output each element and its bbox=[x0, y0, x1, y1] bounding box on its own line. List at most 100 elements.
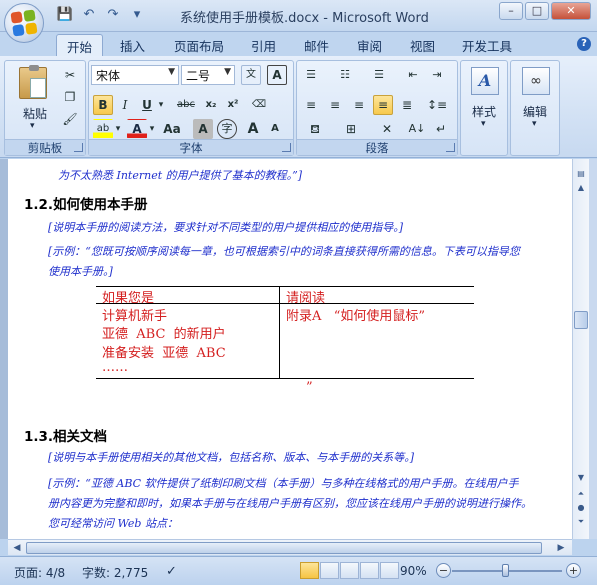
tab-view[interactable]: 视图 bbox=[410, 36, 435, 55]
tab-review[interactable]: 审阅 bbox=[357, 36, 382, 55]
vertical-scrollbar[interactable]: ▤ ▲ ▼ ⏶ ● ⏷ bbox=[572, 159, 589, 539]
styles-dropdown-icon[interactable]: ▾ bbox=[481, 119, 486, 129]
tab-developer[interactable]: 开发工具 bbox=[462, 36, 512, 55]
paste-button[interactable]: 粘贴 bbox=[23, 105, 47, 122]
select-browse-object-icon[interactable]: ● bbox=[574, 503, 588, 515]
tab-page-layout[interactable]: 页面布局 bbox=[174, 36, 224, 55]
page-count[interactable]: 页面: 4/8 bbox=[14, 564, 65, 581]
next-page-icon[interactable]: ⏷ bbox=[574, 517, 588, 529]
outline-view-icon[interactable] bbox=[360, 562, 379, 579]
line-spacing-icon[interactable]: ↕≡ bbox=[423, 95, 451, 115]
web-layout-view-icon[interactable] bbox=[340, 562, 359, 579]
highlight-button[interactable]: ab bbox=[93, 119, 113, 139]
tab-home[interactable]: 开始 bbox=[56, 34, 104, 57]
undo-icon[interactable]: ↶ bbox=[80, 6, 98, 24]
grow-font-button[interactable]: A bbox=[243, 119, 263, 139]
char-border-button[interactable]: A bbox=[267, 65, 287, 85]
vertical-scroll-thumb[interactable] bbox=[574, 311, 588, 329]
borders-icon[interactable]: ⊞ bbox=[337, 119, 365, 139]
how-to-example-line1: [示例：“您既可按顺序阅读每一章，也可根据索引中的词条直接获得所需的信息。下表可… bbox=[48, 245, 520, 258]
align-center-icon[interactable]: ≡ bbox=[325, 95, 345, 115]
clipboard-launcher-icon[interactable] bbox=[74, 143, 83, 152]
multilevel-list-icon[interactable]: ☰ bbox=[369, 65, 389, 85]
zoom-out-icon[interactable]: − bbox=[436, 563, 451, 578]
horizontal-scroll-thumb[interactable] bbox=[26, 542, 542, 554]
zoom-level[interactable]: 90% bbox=[400, 564, 427, 578]
font-color-button[interactable]: A bbox=[127, 119, 147, 139]
underline-button[interactable]: U bbox=[137, 95, 157, 115]
scroll-left-icon[interactable]: ◀ bbox=[10, 541, 24, 555]
highlight-dropdown-icon[interactable]: ▾ bbox=[113, 119, 123, 139]
bullets-icon[interactable]: ☰ bbox=[301, 65, 321, 85]
draft-view-icon[interactable] bbox=[380, 562, 399, 579]
word-count[interactable]: 字数: 2,775 bbox=[82, 564, 148, 581]
align-right-icon[interactable]: ≡ bbox=[349, 95, 369, 115]
tab-references[interactable]: 引用 bbox=[251, 36, 276, 55]
shading-icon[interactable]: ⛾ bbox=[301, 119, 329, 139]
scroll-right-icon[interactable]: ▶ bbox=[554, 541, 568, 555]
office-button[interactable] bbox=[4, 3, 44, 43]
italic-button[interactable]: I bbox=[115, 95, 135, 115]
increase-indent-icon[interactable]: ⇥ bbox=[427, 65, 447, 85]
enclose-char-icon[interactable]: 字 bbox=[217, 119, 237, 139]
font-color-dropdown-icon[interactable]: ▾ bbox=[147, 119, 157, 139]
paste-dropdown-icon[interactable]: ▾ bbox=[30, 121, 35, 131]
styles-button[interactable]: 样式 bbox=[472, 103, 496, 120]
print-layout-view-icon[interactable] bbox=[300, 562, 319, 579]
document-page[interactable]: 为不太熟悉 Internet 的用户提供了基本的教程。”] 1.2.如何使用本手… bbox=[8, 159, 572, 539]
previous-page-icon[interactable]: ⏶ bbox=[574, 489, 588, 501]
paste-icon[interactable] bbox=[19, 65, 47, 99]
wen-phonetic-button[interactable]: 文 bbox=[241, 65, 261, 85]
sort-icon[interactable]: A↓ bbox=[407, 119, 427, 139]
subscript-button[interactable]: x₂ bbox=[201, 95, 221, 115]
help-icon[interactable]: ? bbox=[577, 37, 591, 51]
format-painter-icon[interactable]: 🖌 bbox=[60, 109, 80, 129]
zoom-in-icon[interactable]: + bbox=[566, 563, 581, 578]
superscript-button[interactable]: x² bbox=[223, 95, 243, 115]
editing-button[interactable]: 编辑 bbox=[523, 103, 547, 120]
ruler-toggle-icon[interactable]: ▤ bbox=[574, 169, 588, 181]
underline-dropdown-icon[interactable]: ▾ bbox=[155, 95, 167, 115]
char-shading-icon[interactable]: A bbox=[193, 119, 213, 139]
related-docs-hint: [说明与本手册使用相关的其他文档，包括名称、版本、与本手册的关系等。] bbox=[48, 451, 415, 464]
view-buttons bbox=[300, 562, 399, 579]
scroll-down-icon[interactable]: ▼ bbox=[574, 473, 588, 485]
copy-icon[interactable]: ❐ bbox=[60, 87, 80, 107]
paragraph-launcher-icon[interactable] bbox=[446, 143, 455, 152]
change-case-button[interactable]: Aa bbox=[159, 119, 185, 139]
zoom-slider-thumb[interactable] bbox=[502, 564, 509, 577]
font-launcher-icon[interactable] bbox=[282, 143, 291, 152]
cut-icon[interactable]: ✂ bbox=[60, 65, 80, 85]
font-size-combo[interactable]: 二号 ▼ bbox=[181, 65, 235, 85]
table-cell-line: 亚德 ABC 的新用户 bbox=[102, 327, 226, 342]
align-left-icon[interactable]: ≡ bbox=[301, 95, 321, 115]
bold-button[interactable]: B bbox=[93, 95, 113, 115]
shrink-font-button[interactable]: A bbox=[265, 119, 285, 139]
styles-icon[interactable]: A bbox=[471, 67, 499, 95]
binoculars-icon[interactable]: ∞ bbox=[522, 67, 550, 95]
numbering-icon[interactable]: ☷ bbox=[335, 65, 355, 85]
asian-layout-icon[interactable]: ✕ bbox=[373, 119, 401, 139]
editing-dropdown-icon[interactable]: ▾ bbox=[532, 119, 537, 129]
decrease-indent-icon[interactable]: ⇤ bbox=[403, 65, 423, 85]
full-screen-reading-view-icon[interactable] bbox=[320, 562, 339, 579]
minimize-button[interactable]: – bbox=[499, 2, 523, 20]
tab-mailings[interactable]: 邮件 bbox=[304, 36, 329, 55]
maximize-button[interactable]: □ bbox=[525, 2, 549, 20]
customize-icon[interactable]: ▾ bbox=[128, 6, 146, 24]
show-marks-icon[interactable]: ↵ bbox=[431, 119, 451, 139]
scroll-up-icon[interactable]: ▲ bbox=[574, 183, 588, 195]
tab-insert[interactable]: 插入 bbox=[120, 36, 145, 55]
save-icon[interactable]: 💾 bbox=[56, 6, 74, 24]
strikethrough-button[interactable]: abc bbox=[173, 95, 199, 115]
justify-icon[interactable]: ≡ bbox=[373, 95, 393, 115]
ribbon-tabs: 开始 插入 页面布局 引用 邮件 审阅 视图 开发工具 ? bbox=[0, 32, 597, 57]
styles-group: A 样式 ▾ bbox=[460, 60, 508, 156]
distributed-icon[interactable]: ≣ bbox=[397, 95, 417, 115]
clear-formatting-icon[interactable]: ⌫ bbox=[249, 95, 269, 115]
font-name-combo[interactable]: 宋体 ▼ bbox=[91, 65, 179, 85]
horizontal-scrollbar[interactable]: ◀ ▶ bbox=[8, 539, 572, 555]
proofing-icon[interactable]: ✓ bbox=[166, 564, 177, 579]
close-button[interactable]: ✕ bbox=[551, 2, 591, 20]
redo-icon[interactable]: ↷ bbox=[104, 6, 122, 24]
